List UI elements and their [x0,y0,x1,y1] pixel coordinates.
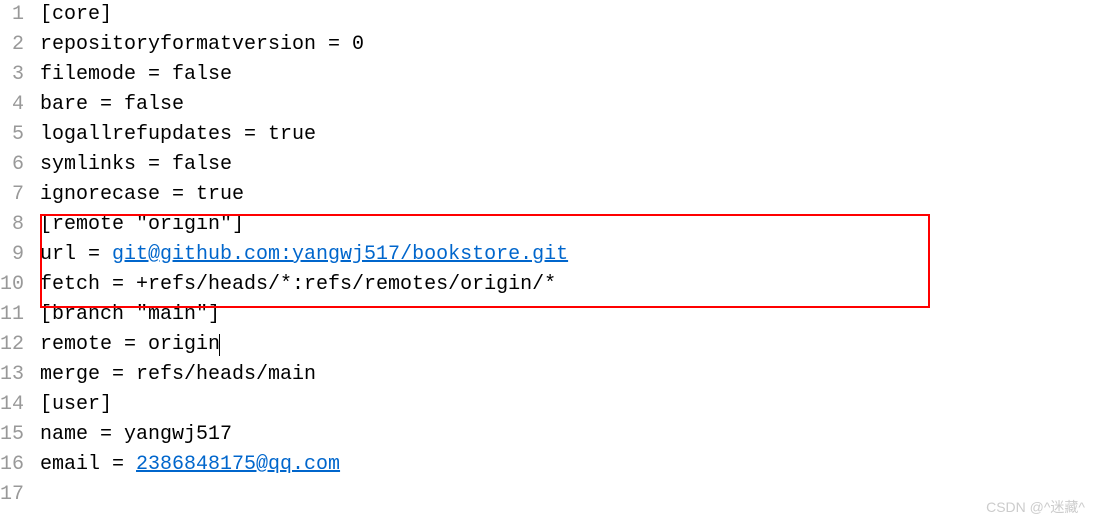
link-text[interactable]: 2386848175@qq.com [136,450,340,480]
code-text: symlinks = false [40,150,232,180]
line-number: 12 [0,330,24,360]
code-text: bare = false [40,90,184,120]
line-number: 7 [0,180,24,210]
code-line[interactable]: filemode = false [40,60,1095,90]
code-text: fetch = +refs/heads/*:refs/remotes/origi… [40,270,556,300]
code-line[interactable]: name = yangwj517 [40,420,1095,450]
line-number: 1 [0,0,24,30]
code-content[interactable]: [core] repositoryformatversion = 0 filem… [40,0,1095,510]
watermark-text: CSDN @^迷藏^ [986,497,1085,517]
line-number: 17 [0,480,24,510]
code-text: [user] [40,390,112,420]
code-line[interactable]: ignorecase = true [40,180,1095,210]
code-text: filemode = false [40,60,232,90]
link-text[interactable]: git@github.com:yangwj517/bookstore.git [112,240,568,270]
code-text: [core] [40,0,112,30]
line-number: 16 [0,450,24,480]
code-line[interactable]: remote = origin [40,330,1095,360]
line-number: 8 [0,210,24,240]
line-number: 4 [0,90,24,120]
code-text: [branch "main"] [40,300,220,330]
code-line[interactable]: merge = refs/heads/main [40,360,1095,390]
code-line[interactable]: email = 2386848175@qq.com [40,450,1095,480]
line-number: 2 [0,30,24,60]
code-line[interactable]: [core] [40,0,1095,30]
line-number: 11 [0,300,24,330]
code-line[interactable]: bare = false [40,90,1095,120]
code-text: logallrefupdates = true [40,120,316,150]
code-line[interactable]: logallrefupdates = true [40,120,1095,150]
line-number: 10 [0,270,24,300]
code-text: email = [40,450,136,480]
code-text: merge = refs/heads/main [40,360,316,390]
code-line[interactable]: symlinks = false [40,150,1095,180]
line-number: 15 [0,420,24,450]
line-number-gutter: 1234567891011121314151617 [0,0,40,510]
line-number: 3 [0,60,24,90]
line-number: 13 [0,360,24,390]
code-editor[interactable]: 1234567891011121314151617 [core] reposit… [0,0,1095,510]
code-text: ignorecase = true [40,180,244,210]
code-line[interactable] [40,480,1095,510]
line-number: 9 [0,240,24,270]
code-text: name = yangwj517 [40,420,232,450]
code-text: remote = origin [40,330,220,360]
code-line[interactable]: repositoryformatversion = 0 [40,30,1095,60]
line-number: 14 [0,390,24,420]
code-line[interactable]: [remote "origin"] [40,210,1095,240]
code-line[interactable]: url = git@github.com:yangwj517/bookstore… [40,240,1095,270]
code-text: repositoryformatversion = 0 [40,30,364,60]
code-line[interactable]: [user] [40,390,1095,420]
code-text: url = [40,240,112,270]
code-text: [remote "origin"] [40,210,244,240]
line-number: 6 [0,150,24,180]
line-number: 5 [0,120,24,150]
code-line[interactable]: fetch = +refs/heads/*:refs/remotes/origi… [40,270,1095,300]
text-cursor [219,334,220,356]
code-line[interactable]: [branch "main"] [40,300,1095,330]
